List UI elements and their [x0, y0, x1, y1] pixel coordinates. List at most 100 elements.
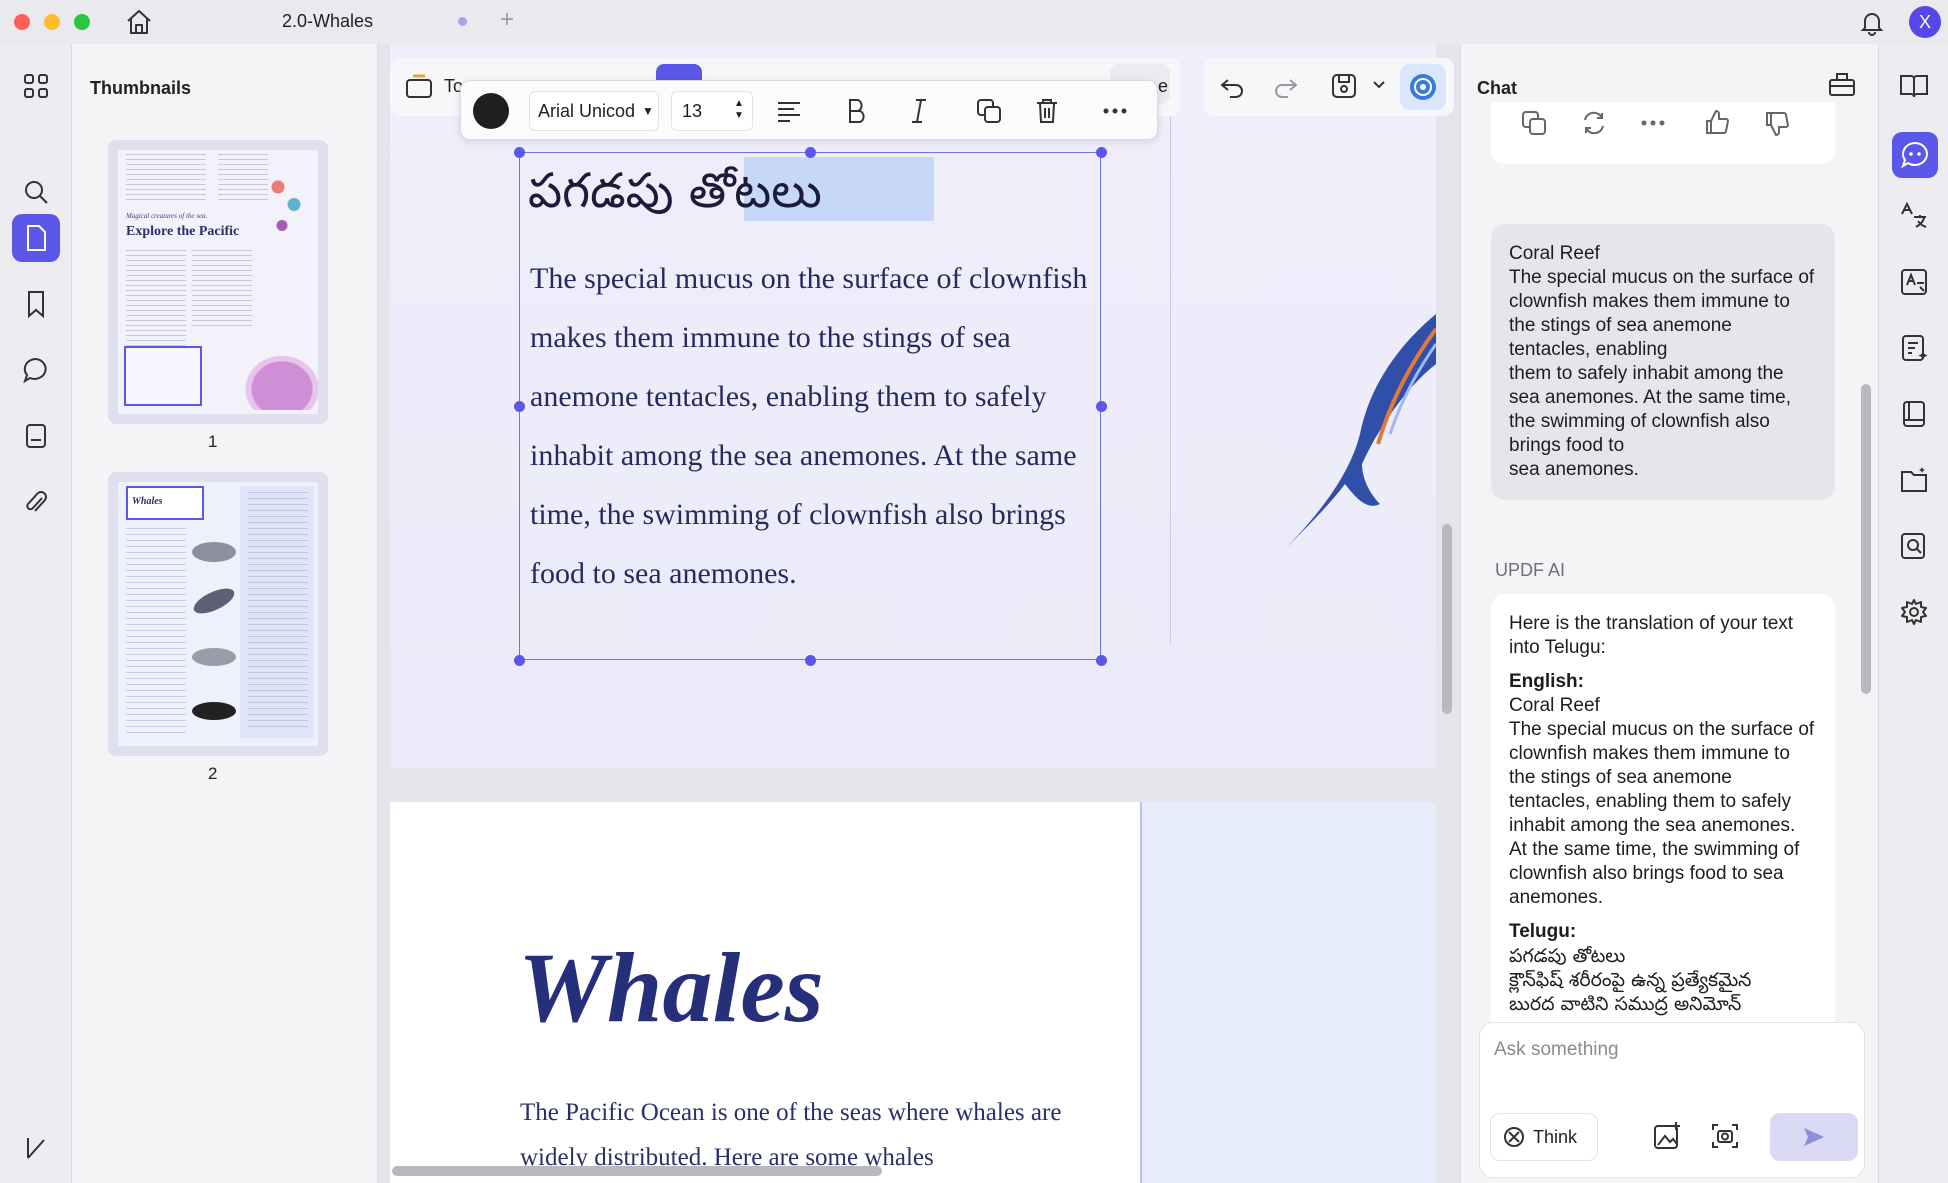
thumbnail-page-1[interactable]: Magical creatures of the sea. Explore th… — [108, 140, 328, 424]
settings-gear-icon[interactable] — [1894, 592, 1934, 632]
send-button[interactable] — [1770, 1113, 1858, 1161]
ai-english-text: Coral Reef The special mucus on the surf… — [1509, 695, 1815, 908]
delete-icon[interactable] — [1029, 93, 1065, 129]
canvas-horizontal-scrollbar[interactable] — [392, 1166, 882, 1176]
chat-scrollbar[interactable] — [1861, 384, 1871, 694]
more-options-icon[interactable] — [1097, 93, 1133, 129]
chat-input-box: Think — [1479, 1022, 1865, 1178]
stepper-arrows-icon[interactable]: ▲ ▼ — [734, 98, 744, 122]
folder-ai-icon[interactable] — [1894, 460, 1934, 500]
ask-input[interactable] — [1494, 1035, 1844, 1065]
bold-icon[interactable] — [839, 93, 875, 129]
think-button[interactable]: Think — [1490, 1113, 1598, 1161]
font-family-value: Arial Unicod — [538, 101, 636, 121]
ai-chat-icon[interactable] — [1892, 132, 1938, 178]
avatar[interactable]: X — [1909, 6, 1941, 38]
resize-handle[interactable] — [805, 147, 816, 158]
text-tool-icon[interactable] — [404, 72, 434, 100]
translate-icon[interactable] — [1894, 196, 1934, 236]
ai-summary-icon[interactable] — [1894, 328, 1934, 368]
sidebar-toggle-icon[interactable] — [16, 1128, 56, 1168]
coral-illustration — [266, 166, 306, 236]
thumbs-up-icon[interactable] — [1703, 108, 1731, 136]
thumb-text-block — [248, 492, 308, 732]
save-icon[interactable] — [1330, 72, 1358, 100]
telugu-heading[interactable]: పగడపు తోటలు — [528, 163, 822, 231]
thumbnails-title: Thumbnails — [90, 78, 192, 98]
italic-icon[interactable] — [901, 93, 937, 129]
ocr-translate-icon[interactable] — [1894, 262, 1934, 302]
thumb-text-block — [126, 154, 206, 200]
toolbox-icon[interactable] — [1827, 68, 1857, 98]
canvas-vertical-scrollbar[interactable] — [1442, 524, 1452, 714]
text-box-body[interactable]: The special mucus on the surface of clow… — [530, 249, 1098, 603]
text-format-toolbar: Arial Unicod ▼ 13 ▲ ▼ — [460, 80, 1158, 140]
search-document-icon[interactable] — [1894, 526, 1934, 566]
duplicate-icon[interactable] — [971, 93, 1007, 129]
thumbs-down-icon[interactable] — [1763, 110, 1791, 138]
font-size-stepper[interactable]: 13 ▲ ▼ — [671, 91, 753, 131]
resize-handle[interactable] — [514, 147, 525, 158]
resize-handle[interactable] — [1096, 147, 1107, 158]
comment-icon[interactable] — [16, 350, 56, 390]
zoom-window-button[interactable] — [74, 14, 90, 30]
chat-panel: Chat Coral Reef The special mucus on the… — [1460, 44, 1878, 1183]
resize-handle[interactable] — [1096, 655, 1107, 666]
message-actions-bar — [1491, 102, 1835, 164]
close-window-button[interactable] — [14, 14, 30, 30]
copy-icon[interactable] — [1521, 110, 1547, 136]
attachment-icon[interactable] — [16, 482, 56, 522]
resize-handle[interactable] — [514, 401, 525, 412]
book-icon[interactable] — [1894, 394, 1934, 434]
home-icon[interactable] — [124, 8, 154, 36]
bookmark-icon[interactable] — [16, 284, 56, 324]
redo-icon[interactable] — [1272, 72, 1300, 100]
document-tab-title[interactable]: 2.0-Whales — [282, 11, 373, 32]
new-tab-button[interactable]: + — [500, 6, 514, 34]
whale-illustration — [192, 542, 236, 562]
pdf-page-2: Whales The Pacific Ocean is one of the s… — [390, 802, 1436, 1183]
text-color-swatch[interactable] — [473, 93, 509, 129]
thumb-title: Whales — [132, 496, 163, 507]
thumb-text-block — [126, 528, 186, 738]
orca-illustration — [192, 702, 236, 720]
undo-icon[interactable] — [1218, 72, 1246, 100]
thumbnail-page-number: 2 — [208, 764, 218, 783]
left-tool-rail — [0, 44, 72, 1183]
ai-message-bubble[interactable]: Here is the translation of your text int… — [1491, 594, 1835, 1048]
reader-mode-icon[interactable] — [1894, 66, 1934, 106]
bell-icon[interactable] — [1858, 8, 1886, 36]
ai-assistant-icon[interactable] — [1400, 64, 1446, 110]
user-message-bubble[interactable]: Coral Reef The special mucus on the surf… — [1491, 224, 1835, 500]
thumbnail-page-number: 1 — [208, 432, 218, 451]
title-bar: 2.0-Whales + X — [0, 0, 1948, 44]
font-family-select[interactable]: Arial Unicod ▼ — [529, 91, 659, 131]
more-options-icon[interactable] — [1641, 120, 1665, 126]
regenerate-icon[interactable] — [1581, 110, 1607, 136]
thumb-text-block — [192, 250, 252, 330]
document-stamp-icon[interactable] — [16, 416, 56, 456]
thumb-selected-block — [124, 346, 202, 406]
ai-sender-label: UPDF AI — [1495, 560, 1566, 580]
screenshot-icon[interactable] — [1710, 1121, 1740, 1151]
image-upload-icon[interactable] — [1652, 1121, 1682, 1151]
pages-icon[interactable] — [12, 214, 60, 262]
apps-grid-icon[interactable] — [16, 66, 56, 106]
chevron-down-icon[interactable] — [1372, 80, 1386, 90]
thumbnails-panel: Thumbnails Magical creatures of the sea.… — [72, 44, 378, 1183]
font-size-value: 13 — [682, 101, 703, 121]
resize-handle[interactable] — [1096, 401, 1107, 412]
page2-title[interactable]: Whales — [518, 930, 824, 1045]
tab-unsaved-dot — [458, 17, 467, 26]
resize-handle[interactable] — [805, 655, 816, 666]
align-left-icon[interactable] — [771, 93, 807, 129]
minimize-window-button[interactable] — [44, 14, 60, 30]
toolbar-partial-label[interactable]: e — [1158, 76, 1168, 97]
ai-intro-text: Here is the translation of your text int… — [1509, 613, 1794, 658]
resize-handle[interactable] — [514, 655, 525, 666]
column-divider — [1170, 84, 1171, 644]
search-icon[interactable] — [16, 172, 56, 212]
thumbnail-page-2[interactable]: Whales — [108, 472, 328, 756]
whale-illustration — [192, 648, 236, 666]
selected-text-box[interactable]: పగడపు తోటలు The special mucus on the sur… — [514, 147, 1107, 666]
